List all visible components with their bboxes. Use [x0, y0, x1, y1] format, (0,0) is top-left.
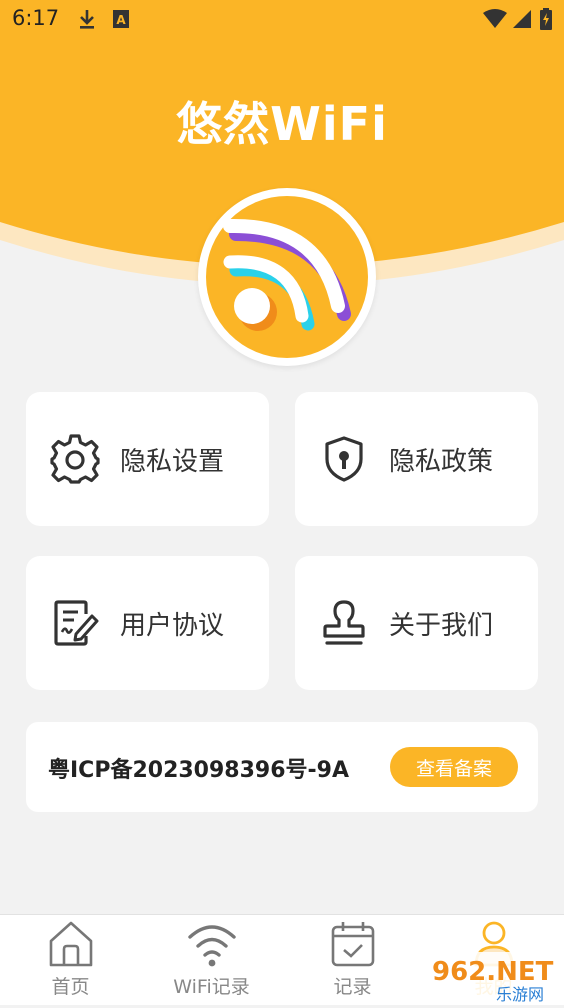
cell-signal-icon [512, 6, 532, 32]
icp-record-card: 粤ICP备2023098396号-9A 查看备案 [26, 722, 538, 812]
download-icon [78, 6, 96, 32]
battery-charging-icon [540, 6, 552, 32]
document-pen-icon [48, 596, 102, 650]
status-time: 6:17 [12, 6, 60, 30]
nav-records[interactable]: 记录 [282, 915, 423, 1005]
card-label: 用户协议 [120, 610, 225, 641]
wifi-signal-icon [482, 6, 508, 32]
nav-label: 记录 [333, 976, 372, 998]
svg-text:乐游网: 乐游网 [496, 985, 544, 1004]
nav-label: 首页 [51, 976, 90, 998]
svg-text:A: A [116, 13, 126, 27]
gear-icon [48, 432, 102, 486]
user-agreement-card[interactable]: 用户协议 [26, 556, 269, 690]
status-bar: 6:17 A [0, 0, 564, 38]
privacy-policy-card[interactable]: 隐私政策 [295, 392, 538, 526]
calendar-check-icon [331, 922, 375, 967]
nav-wifi-records[interactable]: WiFi记录 [141, 915, 282, 1005]
a-badge-icon: A [112, 6, 130, 32]
card-label: 隐私设置 [120, 446, 225, 477]
watermark-logo: 962.NET 乐游网 [424, 950, 564, 1004]
card-label: 隐私政策 [389, 446, 494, 477]
nav-label: WiFi记录 [173, 976, 250, 998]
stamp-icon [317, 596, 371, 650]
shield-lock-icon [317, 432, 371, 486]
privacy-settings-card[interactable]: 隐私设置 [26, 392, 269, 526]
wifi-icon [188, 925, 236, 967]
card-label: 关于我们 [389, 610, 494, 641]
about-us-card[interactable]: 关于我们 [295, 556, 538, 690]
view-record-button[interactable]: 查看备案 [390, 747, 518, 787]
icp-number: 粤ICP备2023098396号-9A [48, 758, 349, 783]
home-icon [49, 921, 93, 967]
app-title: 悠然WiFi [176, 97, 388, 151]
wifi-logo-icon [206, 196, 368, 358]
app-logo [198, 188, 376, 366]
nav-home[interactable]: 首页 [0, 915, 141, 1005]
svg-text:962.NET: 962.NET [432, 957, 554, 987]
